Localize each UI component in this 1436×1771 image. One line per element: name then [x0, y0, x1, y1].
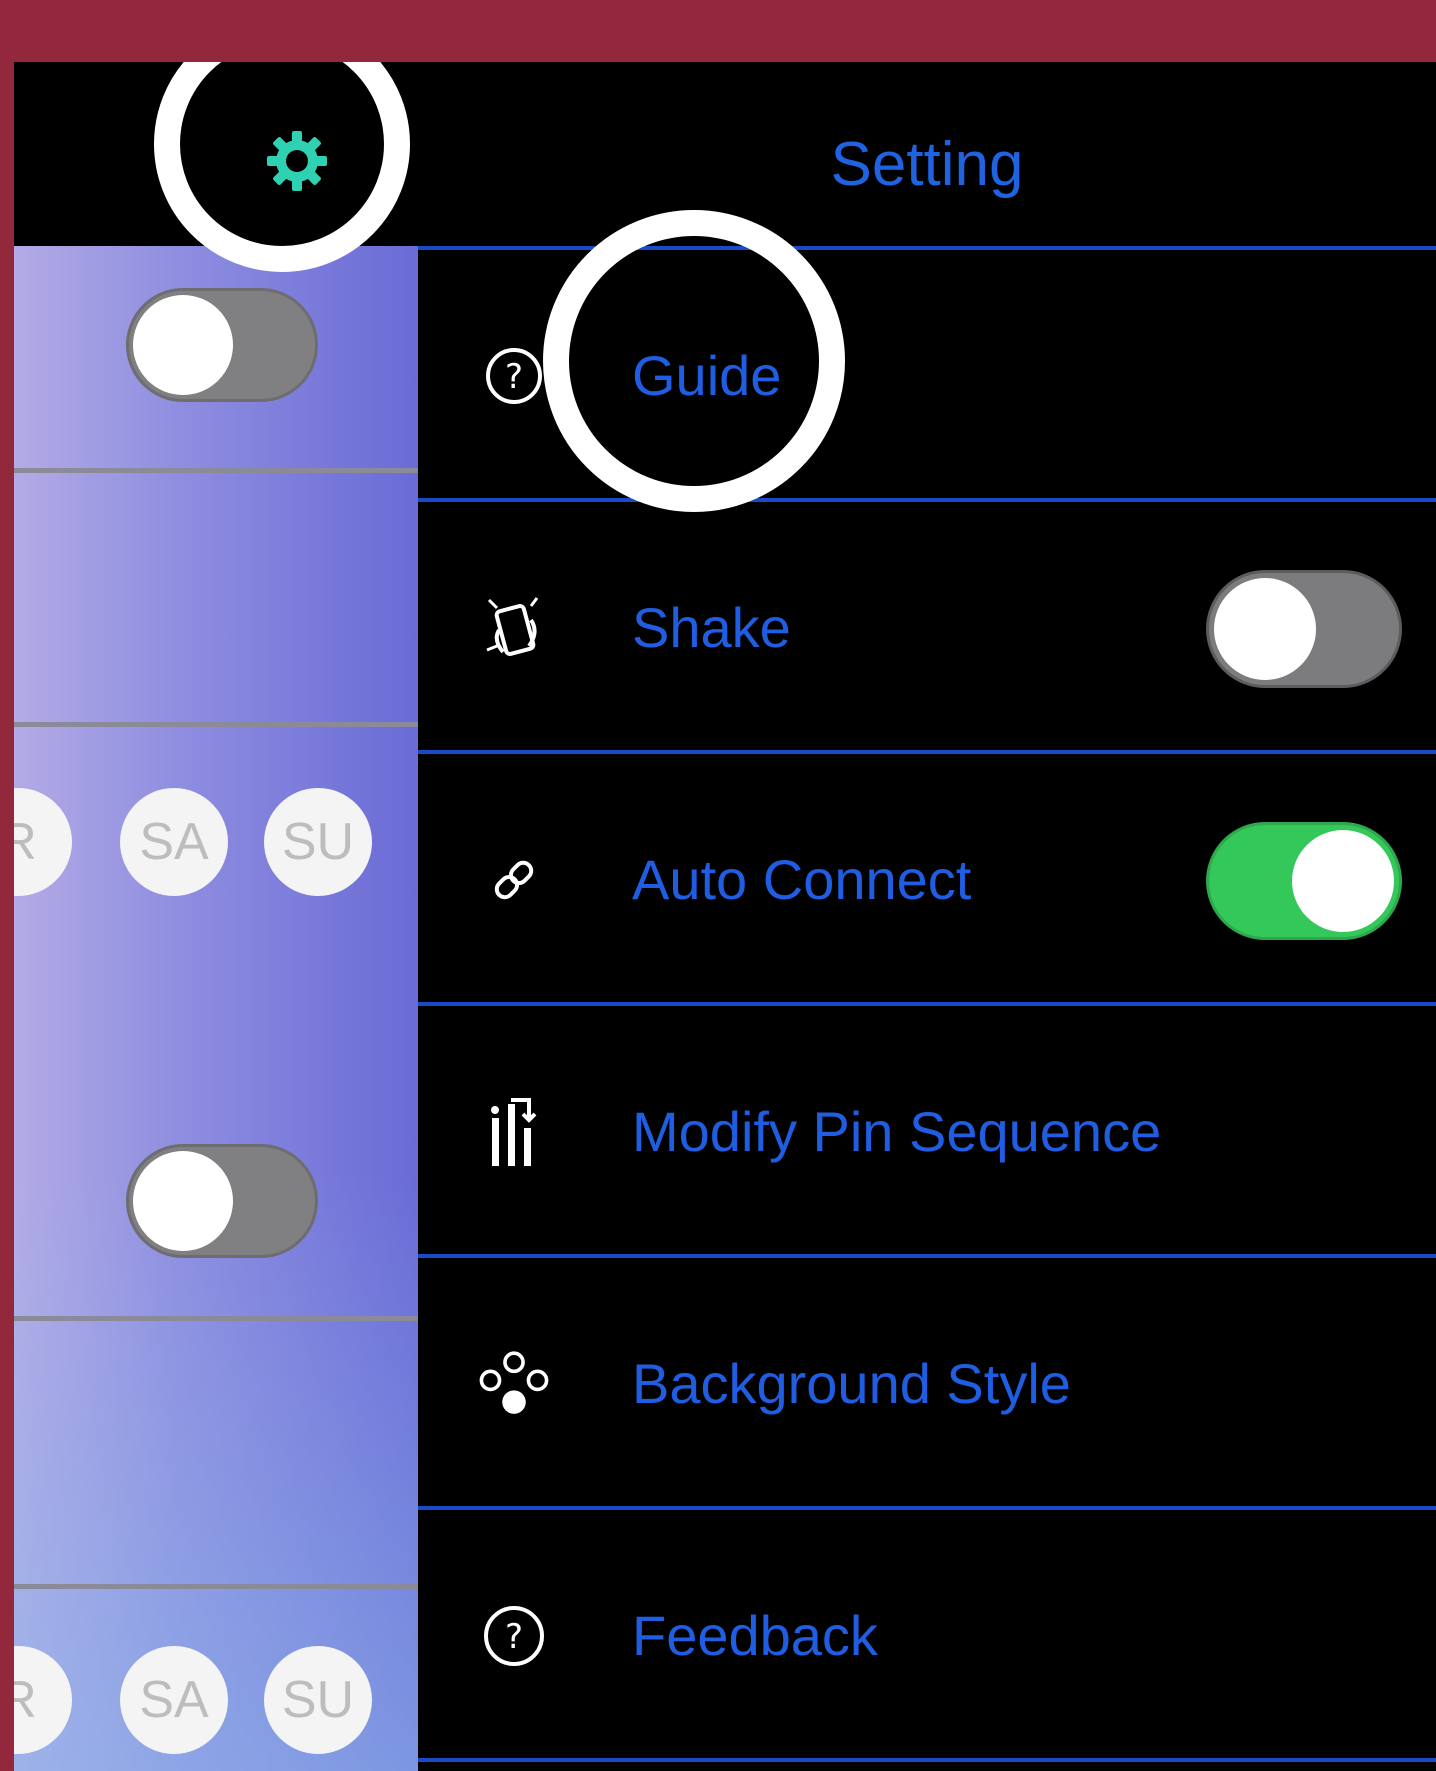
shake-phone-icon — [476, 590, 552, 666]
shake-toggle[interactable] — [1206, 570, 1402, 688]
day-chip[interactable]: SU — [264, 1646, 372, 1754]
help-circle-icon: ? — [476, 338, 552, 414]
day-chip[interactable]: R — [14, 788, 72, 896]
settings-item-label: Auto Connect — [632, 848, 972, 911]
settings-item-label: Background Style — [632, 1352, 1071, 1415]
link-icon — [476, 842, 552, 918]
auto-connect-toggle[interactable] — [1206, 822, 1402, 940]
settings-item-feedback[interactable]: ? Feedback — [418, 1510, 1436, 1762]
divider — [14, 1584, 418, 1589]
divider — [14, 1316, 418, 1321]
settings-item-shake[interactable]: Shake — [418, 502, 1436, 754]
day-chip[interactable]: SU — [264, 788, 372, 896]
top-bar: Setting — [14, 62, 1436, 246]
settings-item-modify-pin-sequence[interactable]: Modify Pin Sequence — [418, 1006, 1436, 1258]
toggle-knob — [133, 295, 233, 395]
toggle-knob — [133, 1151, 233, 1251]
divider — [14, 468, 418, 473]
settings-item-auto-connect[interactable]: Auto Connect — [418, 754, 1436, 1006]
svg-text:?: ? — [505, 1617, 523, 1657]
divider — [14, 722, 418, 727]
app-screen: R SA SU R SA SU Setting ? Guide Shake Au… — [14, 62, 1436, 1771]
gear-icon[interactable] — [264, 128, 330, 194]
settings-item-label: Modify Pin Sequence — [632, 1100, 1162, 1163]
divider — [418, 1758, 1436, 1762]
settings-item-background-style[interactable]: Background Style — [418, 1258, 1436, 1510]
settings-panel: ? Guide Shake Auto Connect Modify Pin Se… — [418, 246, 1436, 1771]
svg-text:?: ? — [505, 357, 523, 397]
circles-icon — [476, 1346, 552, 1422]
toggle-knob — [1214, 578, 1316, 680]
day-chip[interactable]: SA — [120, 788, 228, 896]
toggle-knob — [1292, 830, 1394, 932]
background-toggle[interactable] — [126, 1144, 318, 1258]
settings-item-label: Shake — [632, 596, 791, 659]
day-chip[interactable]: SA — [120, 1646, 228, 1754]
background-view: R SA SU R SA SU — [14, 246, 418, 1771]
help-circle-icon: ? — [476, 1598, 552, 1674]
sequence-icon — [476, 1094, 552, 1170]
background-toggle[interactable] — [126, 288, 318, 402]
settings-item-guide[interactable]: ? Guide — [418, 250, 1436, 502]
page-title: Setting — [830, 130, 1024, 199]
settings-item-label: Feedback — [632, 1604, 878, 1667]
day-chip[interactable]: R — [14, 1646, 72, 1754]
settings-item-label: Guide — [632, 344, 782, 407]
